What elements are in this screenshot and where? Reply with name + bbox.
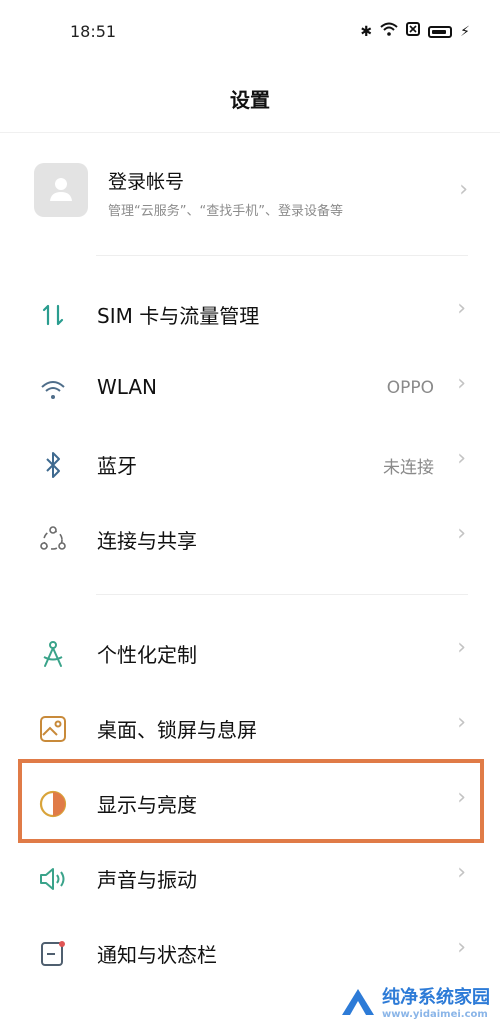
chevron-right-icon: › [457,635,466,660]
chevron-right-icon: › [457,296,466,321]
account-title: 登录帐号 [108,171,185,193]
settings-item-connection[interactable]: 连接与共享 › [0,503,500,573]
header-divider [0,132,500,133]
settings-item-sim[interactable]: SIM 卡与流量管理 › [0,278,500,348]
settings-item-sound[interactable]: 声音与振动 › [0,842,500,912]
settings-item-bluetooth[interactable]: 蓝牙 未连接 › [0,428,500,498]
sim-off-icon [406,22,421,41]
settings-item-label: 蓝牙 [97,454,137,478]
watermark-title: 纯净系统家园 [382,987,490,1008]
watermark-url: www.yidaimei.com [382,1009,488,1020]
battery-icon [428,25,453,38]
watermark: 纯净系统家园 www.yidaimei.com [340,983,490,1020]
settings-item-label: 个性化定制 [97,643,197,667]
status-bar: 18:51 ✱ ⚡ [0,0,500,66]
chevron-right-icon: › [457,860,466,885]
personalization-icon [38,639,68,669]
chevron-right-icon: › [457,710,466,735]
connection-share-icon [38,525,68,555]
settings-item-wallpaper[interactable]: 桌面、锁屏与息屏 › [0,692,500,762]
sound-icon [38,864,68,894]
account-row[interactable]: 登录帐号 管理“云服务”、“查找手机”、登录设备等 › [34,163,474,223]
page-title: 设置 [230,88,270,112]
wifi-icon [380,22,398,41]
highlight-box [18,759,484,843]
settings-item-label: 声音与振动 [97,868,197,892]
avatar [34,163,88,217]
settings-item-label: 连接与共享 [97,529,197,553]
chevron-right-icon: › [459,177,468,202]
settings-item-label: 桌面、锁屏与息屏 [97,718,257,742]
settings-item-label: SIM 卡与流量管理 [97,304,260,328]
settings-item-label: WLAN [97,375,158,399]
chevron-right-icon: › [457,521,466,546]
wifi-icon [38,375,68,405]
settings-item-value: 未连接 [383,458,434,478]
chevron-right-icon: › [457,935,466,960]
chevron-right-icon: › [457,371,466,396]
sim-data-icon [38,300,68,330]
wallpaper-icon [38,714,68,744]
section-divider [96,594,468,595]
person-icon [50,178,72,201]
section-divider [96,255,468,256]
status-icons: ✱ ⚡ [360,22,470,41]
settings-item-personalization[interactable]: 个性化定制 › [0,617,500,687]
settings-item-value: OPPO [386,378,434,398]
settings-item-wlan[interactable]: WLAN OPPO › [0,353,500,423]
chevron-right-icon: › [457,446,466,471]
bluetooth-icon [38,450,68,480]
bluetooth-icon: ✱ [360,23,373,40]
settings-item-notification[interactable]: 通知与状态栏 › [0,917,500,987]
account-subtitle: 管理“云服务”、“查找手机”、登录设备等 [108,204,343,219]
watermark-logo-icon [342,988,374,1015]
status-time: 18:51 [70,22,117,41]
settings-item-label: 通知与状态栏 [97,943,217,967]
charging-icon: ⚡ [460,23,470,40]
notification-icon [38,939,68,969]
